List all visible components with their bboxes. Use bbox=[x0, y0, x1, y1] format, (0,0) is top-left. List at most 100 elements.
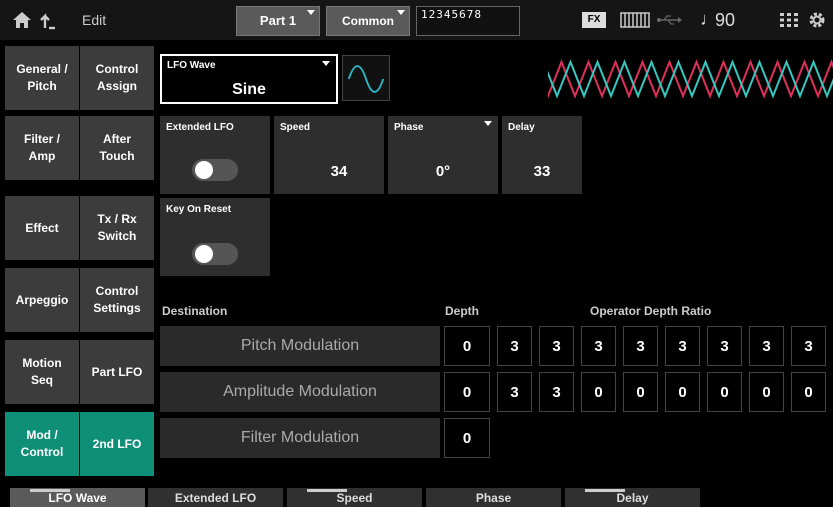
delay-panel[interactable]: Delay 33 bbox=[502, 116, 582, 194]
bottom-tab-label: Extended LFO bbox=[174, 491, 257, 505]
dropdown-icon bbox=[397, 10, 405, 15]
nav-after-touch[interactable]: After Touch bbox=[80, 116, 154, 180]
fx-badge: FX bbox=[582, 12, 606, 28]
dropdown-icon bbox=[322, 61, 330, 66]
bottom-tab-label: Speed bbox=[336, 491, 373, 505]
nav-label: Arpeggio bbox=[15, 292, 69, 307]
nav-label: Motion Seq bbox=[22, 356, 62, 387]
destination-filter-modulation[interactable]: Filter Modulation bbox=[160, 418, 440, 458]
common-select-label: Common bbox=[342, 14, 394, 28]
dropdown-icon bbox=[307, 10, 315, 15]
nav-2nd-lfo[interactable]: 2nd LFO bbox=[80, 412, 154, 476]
nav-label: Control Settings bbox=[93, 284, 141, 315]
phase-value: 0° bbox=[435, 163, 451, 180]
nav-general-pitch[interactable]: General / Pitch bbox=[5, 46, 79, 110]
tab-indicator bbox=[30, 489, 70, 492]
page-title: Edit bbox=[82, 12, 107, 28]
pitch-ratio-op3[interactable]: 3 bbox=[581, 326, 616, 366]
gear-icon[interactable] bbox=[808, 11, 826, 29]
phase-panel[interactable]: Phase 0° bbox=[388, 116, 498, 194]
nav-label: Filter / Amp bbox=[23, 132, 60, 163]
quick-access-icon[interactable] bbox=[780, 13, 798, 27]
key-on-reset-toggle[interactable] bbox=[192, 243, 238, 265]
lfo-wave-label: LFO Wave bbox=[167, 60, 216, 71]
bottom-tab-delay[interactable]: Delay bbox=[565, 488, 700, 507]
bottom-tab-label: Phase bbox=[475, 491, 512, 505]
nav-label: Mod / Control bbox=[20, 428, 64, 459]
part-select-button[interactable]: Part 1 bbox=[236, 6, 320, 36]
bottom-tab-phase[interactable]: Phase bbox=[426, 488, 561, 507]
pitch-depth-value[interactable]: 0 bbox=[444, 326, 490, 366]
lfo-waveform-display bbox=[538, 54, 833, 104]
extended-lfo-panel: Extended LFO bbox=[160, 116, 270, 194]
extended-lfo-toggle[interactable] bbox=[192, 159, 238, 181]
destination-pitch-modulation[interactable]: Pitch Modulation bbox=[160, 326, 440, 366]
pitch-ratio-op7[interactable]: 3 bbox=[749, 326, 784, 366]
usb-icon bbox=[657, 15, 682, 25]
tab-indicator bbox=[585, 489, 625, 492]
keyboard-icon bbox=[620, 12, 650, 28]
amplitude-ratio-op4[interactable]: 0 bbox=[623, 372, 658, 412]
pitch-ratio-op8[interactable]: 3 bbox=[791, 326, 826, 366]
dropdown-icon bbox=[484, 121, 492, 126]
amplitude-ratio-op2[interactable]: 3 bbox=[539, 372, 574, 412]
nav-part-lfo[interactable]: Part LFO bbox=[80, 340, 154, 404]
nav-label: 2nd LFO bbox=[92, 436, 142, 451]
tempo-value[interactable]: 90 bbox=[715, 10, 735, 31]
speed-value: 34 bbox=[330, 163, 348, 180]
lfo-wave-select[interactable]: LFO Wave Sine bbox=[160, 54, 338, 104]
home-icon[interactable] bbox=[12, 11, 32, 29]
nav-effect[interactable]: Effect bbox=[5, 196, 79, 260]
back-up-icon[interactable] bbox=[39, 10, 57, 30]
nav-label: Tx / Rx Switch bbox=[97, 212, 137, 243]
nav-label: Part LFO bbox=[91, 364, 143, 379]
operator-depth-ratio-header: Operator Depth Ratio bbox=[590, 304, 712, 318]
bottom-tab-label: Delay bbox=[616, 491, 649, 505]
pitch-ratio-op4[interactable]: 3 bbox=[623, 326, 658, 366]
nav-control-assign[interactable]: Control Assign bbox=[80, 46, 154, 110]
pitch-ratio-op5[interactable]: 3 bbox=[665, 326, 700, 366]
filter-depth-value[interactable]: 0 bbox=[444, 418, 490, 458]
key-on-reset-label: Key On Reset bbox=[166, 204, 232, 215]
pitch-ratio-op6[interactable]: 3 bbox=[707, 326, 742, 366]
part-indicator: 12345678 bbox=[416, 6, 520, 36]
bottom-tab-lfo-wave[interactable]: LFO Wave bbox=[10, 488, 145, 507]
extended-lfo-label: Extended LFO bbox=[166, 122, 234, 133]
destination-header: Destination bbox=[162, 304, 228, 318]
speed-panel[interactable]: Speed 34 bbox=[274, 116, 384, 194]
depth-header: Depth bbox=[445, 304, 479, 318]
nav-mod-control[interactable]: Mod / Control bbox=[5, 412, 79, 476]
top-bar: Edit Part 1 Common 12345678 FX ♩ 90 bbox=[0, 0, 833, 40]
nav-tx-rx-switch[interactable]: Tx / Rx Switch bbox=[80, 196, 154, 260]
nav-label: Effect bbox=[25, 220, 59, 235]
destination-amplitude-modulation[interactable]: Amplitude Modulation bbox=[160, 372, 440, 412]
pitch-ratio-op2[interactable]: 3 bbox=[539, 326, 574, 366]
nav-label: Control Assign bbox=[95, 62, 139, 93]
toggle-knob bbox=[195, 161, 213, 179]
bottom-tab-extended-lfo[interactable]: Extended LFO bbox=[148, 488, 283, 507]
tab-indicator bbox=[307, 489, 347, 492]
amplitude-ratio-op6[interactable]: 0 bbox=[707, 372, 742, 412]
amplitude-ratio-op8[interactable]: 0 bbox=[791, 372, 826, 412]
amplitude-ratio-op5[interactable]: 0 bbox=[665, 372, 700, 412]
lfo-wave-value: Sine bbox=[232, 81, 266, 98]
amplitude-ratio-op1[interactable]: 3 bbox=[497, 372, 532, 412]
amplitude-depth-value[interactable]: 0 bbox=[444, 372, 490, 412]
speed-label: Speed bbox=[280, 122, 311, 133]
nav-filter-amp[interactable]: Filter / Amp bbox=[5, 116, 79, 180]
delay-value: 33 bbox=[533, 163, 551, 180]
bottom-tab-label: LFO Wave bbox=[48, 491, 107, 505]
nav-control-settings[interactable]: Control Settings bbox=[80, 268, 154, 332]
common-select-button[interactable]: Common bbox=[326, 6, 410, 36]
amplitude-ratio-op3[interactable]: 0 bbox=[581, 372, 616, 412]
sine-wave-icon bbox=[342, 55, 390, 101]
pitch-ratio-op1[interactable]: 3 bbox=[497, 326, 532, 366]
nav-arpeggio[interactable]: Arpeggio bbox=[5, 268, 79, 332]
nav-motion-seq[interactable]: Motion Seq bbox=[5, 340, 79, 404]
toggle-knob bbox=[195, 245, 213, 263]
amplitude-ratio-op7[interactable]: 0 bbox=[749, 372, 784, 412]
bottom-tab-speed[interactable]: Speed bbox=[287, 488, 422, 507]
delay-label: Delay bbox=[508, 122, 535, 133]
key-on-reset-panel: Key On Reset bbox=[160, 198, 270, 276]
nav-label: After Touch bbox=[99, 132, 135, 163]
